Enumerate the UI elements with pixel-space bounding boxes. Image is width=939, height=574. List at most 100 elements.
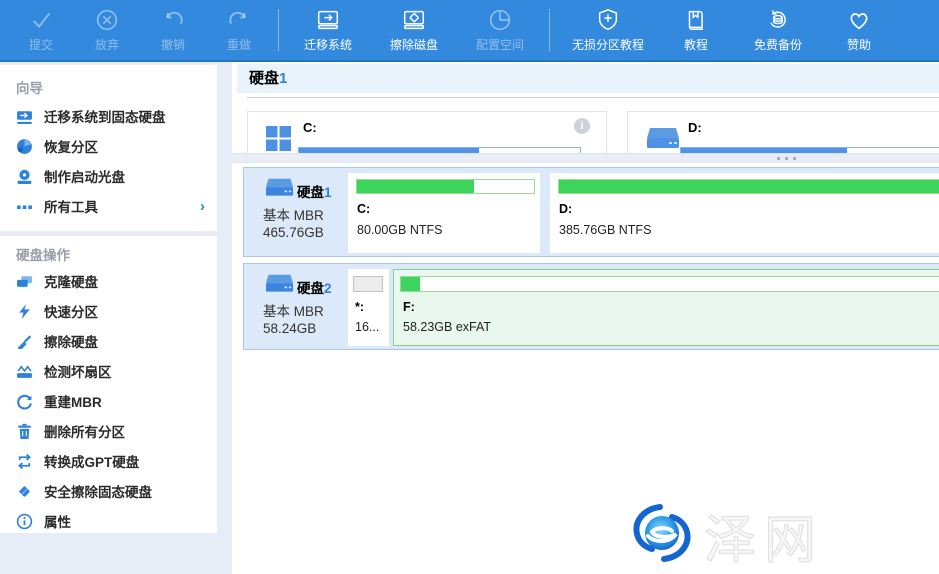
disk-row-1: 硬盘1 基本 MBR 465.76GB C: 80.00GB NTFS D: 3… xyxy=(243,167,939,257)
tab-disk1-number: 1 xyxy=(279,70,287,87)
partition-detail: 385.76GB NTFS xyxy=(559,223,651,237)
disk1-type: 基本 MBR xyxy=(263,204,324,224)
partition-tutorial-button[interactable]: 无损分区教程 xyxy=(556,0,660,60)
donate-button[interactable]: 赞助 xyxy=(824,0,894,60)
main-panel: 硬盘1 C: i D: 硬盘1 基本 MBR xyxy=(232,62,939,574)
discard-label: 放弃 xyxy=(95,36,119,53)
partition-detail: 16... xyxy=(355,320,379,334)
partition-gray-bar xyxy=(353,276,383,292)
eraser-icon xyxy=(16,483,33,500)
disk2-info[interactable]: 硬盘2 基本 MBR 58.24GB xyxy=(244,264,348,349)
wipe-disk-icon xyxy=(400,7,428,33)
recover-partition-icon xyxy=(16,138,33,155)
redo-label: 重做 xyxy=(227,36,251,53)
partition-usage-bar xyxy=(356,179,535,194)
sidebar-item-all-tools[interactable]: 所有工具 › xyxy=(0,191,217,221)
bad-sector-icon xyxy=(16,363,33,380)
tutorial-label: 教程 xyxy=(684,36,708,53)
sidebar-item-label: 检测坏扇区 xyxy=(44,361,205,381)
disk2-type: 基本 MBR xyxy=(263,300,324,320)
disk-icon xyxy=(265,273,294,295)
discard-button[interactable]: 放弃 xyxy=(74,0,140,60)
tab-disk1[interactable]: 硬盘1 xyxy=(237,64,939,93)
sidebar-item-clone-disk[interactable]: 克隆硬盘 xyxy=(0,266,217,296)
watermark-swirl-logo xyxy=(628,501,696,570)
partition-detail: 58.23GB exFAT xyxy=(403,320,491,334)
sidebar-item-delete-all-partitions[interactable]: 删除所有分区 xyxy=(0,416,217,446)
sidebar-item-label: 重建MBR xyxy=(44,391,205,411)
allocate-space-label: 配置空间 xyxy=(476,36,524,53)
disk-operations-section-title: 硬盘操作 xyxy=(0,236,217,266)
all-tools-icon xyxy=(16,198,33,215)
redo-icon xyxy=(226,7,252,33)
tab-disk1-label: 硬盘 xyxy=(249,70,279,87)
backup-database-icon xyxy=(765,7,791,33)
migrate-system-button[interactable]: 迁移系统 xyxy=(285,0,371,60)
free-backup-button[interactable]: 免费备份 xyxy=(732,0,824,60)
overview-drive-label: D: xyxy=(688,120,702,135)
sidebar-item-bad-sector-test[interactable]: 检测坏扇区 xyxy=(0,356,217,386)
wipe-disk-brush-icon xyxy=(16,333,33,350)
partition-overview-strip: C: i D: xyxy=(232,111,939,153)
partition-c[interactable]: C: 80.00GB NTFS xyxy=(348,173,540,253)
sidebar-item-label: 恢复分区 xyxy=(44,136,205,156)
sidebar-item-label: 擦除硬盘 xyxy=(44,331,205,351)
donate-label: 赞助 xyxy=(847,36,871,53)
panel-splitter[interactable] xyxy=(232,153,939,163)
sidebar-item-rebuild-mbr[interactable]: 重建MBR xyxy=(0,386,217,416)
wipe-disk-button[interactable]: 擦除磁盘 xyxy=(371,0,457,60)
sidebar-item-recover-partition[interactable]: 恢复分区 xyxy=(0,131,217,161)
sidebar-item-convert-gpt[interactable]: 转换成GPT硬盘 xyxy=(0,446,217,476)
undo-label: 撤销 xyxy=(161,36,185,53)
convert-arrows-icon xyxy=(16,453,33,470)
partition-f-selected[interactable]: F: 58.23GB exFAT xyxy=(393,269,939,346)
allocate-space-button[interactable]: 配置空间 xyxy=(457,0,543,60)
partition-usage-fill xyxy=(559,180,939,193)
overview-drive-label: C: xyxy=(303,120,317,135)
partition-unnamed[interactable]: *: 16... xyxy=(348,269,389,346)
migrate-system-icon xyxy=(314,7,342,33)
submit-button[interactable]: 提交 xyxy=(8,0,74,60)
boot-disc-icon xyxy=(16,168,33,185)
partition-d[interactable]: D: 385.76GB NTFS xyxy=(550,173,939,253)
sidebar: 向导 迁移系统到固态硬盘 恢复分区 制作启动光盘 所有工具 › 硬盘操作 xyxy=(0,62,232,574)
partition-tutorial-label: 无损分区教程 xyxy=(572,36,644,53)
migrate-system-label: 迁移系统 xyxy=(304,36,352,53)
windows-logo-icon xyxy=(266,126,291,153)
sidebar-item-wipe-disk[interactable]: 擦除硬盘 xyxy=(0,326,217,356)
migrate-ssd-icon xyxy=(16,108,33,125)
undo-button[interactable]: 撤销 xyxy=(140,0,206,60)
disk1-size: 465.76GB xyxy=(263,225,324,240)
disk2-name: 硬盘2 xyxy=(297,277,332,297)
redo-button[interactable]: 重做 xyxy=(206,0,272,60)
rebuild-mbr-icon xyxy=(16,393,33,410)
sidebar-item-properties[interactable]: 属性 xyxy=(0,506,217,536)
disk1-info[interactable]: 硬盘1 基本 MBR 465.76GB xyxy=(244,168,348,256)
overview-card-d[interactable]: D: xyxy=(627,111,939,153)
watermark: 泽网 xyxy=(628,498,824,573)
partition-drive-label: C: xyxy=(357,202,370,216)
sidebar-item-label: 迁移系统到固态硬盘 xyxy=(44,106,205,126)
splitter-grip-icon xyxy=(777,157,796,160)
heart-icon xyxy=(846,7,872,33)
disk2-size: 58.24GB xyxy=(263,321,316,336)
book-icon xyxy=(683,7,709,33)
info-circle-icon xyxy=(16,513,33,530)
partition-drive-label: *: xyxy=(355,300,364,314)
overview-card-c[interactable]: C: i xyxy=(247,111,607,153)
partition-manager-window: 提交 放弃 撤销 重做 迁移系统 擦除磁盘 配置空间 无损 xyxy=(0,0,939,574)
sidebar-item-migrate-to-ssd[interactable]: 迁移系统到固态硬盘 xyxy=(0,101,217,131)
trash-icon xyxy=(16,423,33,440)
partition-detail: 80.00GB NTFS xyxy=(357,223,442,237)
sidebar-item-boot-disc[interactable]: 制作启动光盘 xyxy=(0,161,217,191)
toolbar: 提交 放弃 撤销 重做 迁移系统 擦除磁盘 配置空间 无损 xyxy=(0,0,939,62)
partition-usage-bar xyxy=(558,179,939,194)
tutorial-button[interactable]: 教程 xyxy=(660,0,732,60)
sidebar-wizard-section: 向导 迁移系统到固态硬盘 恢复分区 制作启动光盘 所有工具 › xyxy=(0,65,217,231)
partition-drive-label: D: xyxy=(559,202,572,216)
sidebar-item-quick-partition[interactable]: 快速分区 xyxy=(0,296,217,326)
sidebar-item-secure-erase-ssd[interactable]: 安全擦除固态硬盘 xyxy=(0,476,217,506)
info-icon[interactable]: i xyxy=(574,118,590,134)
partition-drive-label: F: xyxy=(403,300,415,314)
chevron-right-icon: › xyxy=(200,198,205,215)
